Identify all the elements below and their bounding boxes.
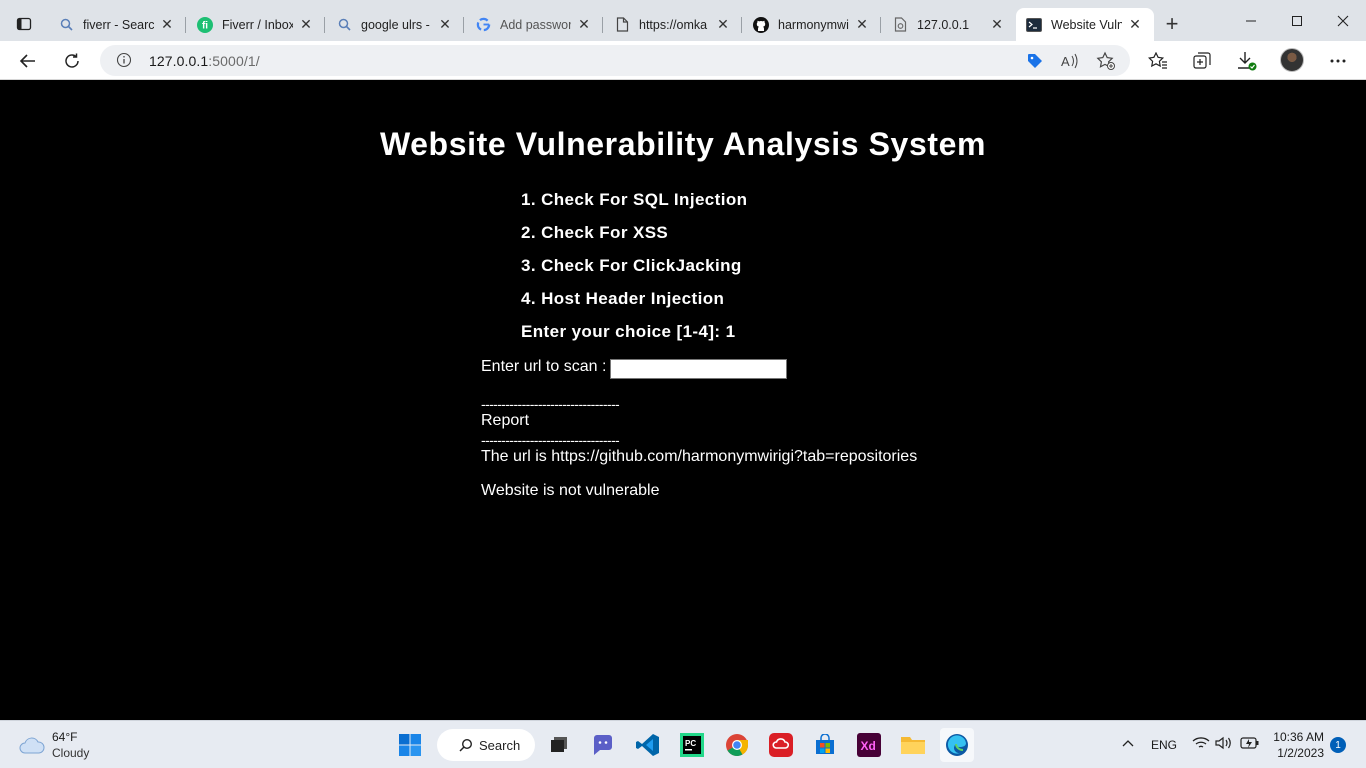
tab-omkar[interactable]: https://omka ✕	[604, 8, 742, 41]
chrome-icon[interactable]	[720, 728, 754, 762]
tab-add-password[interactable]: Add passwor ✕	[465, 8, 603, 41]
minimize-button[interactable]	[1228, 0, 1274, 41]
close-icon[interactable]: ✕	[158, 16, 176, 34]
back-button[interactable]	[12, 45, 44, 77]
scan-url-label: Enter url to scan :	[481, 358, 607, 375]
close-icon[interactable]: ✕	[853, 16, 871, 34]
browser-toolbar: 127.0.0.1:5000/1/ A	[0, 41, 1366, 80]
creative-cloud-icon[interactable]	[764, 728, 798, 762]
taskbar-search-label: Search	[479, 737, 521, 753]
chevron-up-icon[interactable]	[1121, 736, 1135, 753]
result-status: Website is not vulnerable	[481, 482, 660, 499]
search-icon	[58, 17, 74, 33]
task-view-icon[interactable]	[542, 728, 576, 762]
new-tab-button[interactable]: +	[1158, 10, 1186, 38]
menu-item-xss: 2. Check For XSS	[521, 223, 669, 242]
result-url: The url is https://github.com/harmonymwi…	[481, 448, 918, 465]
svg-text:Xd: Xd	[861, 739, 876, 753]
clock-time: 10:36 AM	[1273, 730, 1324, 744]
google-icon	[475, 17, 491, 33]
tab-fiverr-inbox[interactable]: fi Fiverr / Inbox ✕	[187, 8, 325, 41]
volume-icon[interactable]	[1215, 736, 1233, 753]
search-icon	[459, 738, 473, 752]
downloads-icon[interactable]	[1231, 45, 1263, 77]
edge-icon[interactable]	[940, 728, 974, 762]
close-icon[interactable]: ✕	[988, 16, 1006, 34]
weather-description[interactable]: Cloudy	[52, 746, 89, 760]
tab-strip: fiverr - Search ✕ fi Fiverr / Inbox ✕ go…	[0, 0, 1366, 41]
tab-github[interactable]: harmonymwir ✕	[743, 8, 881, 41]
tab-title: https://omka	[639, 17, 708, 32]
svg-text:A: A	[1061, 54, 1070, 69]
report-heading: Report	[481, 412, 530, 429]
tab-actions-icon[interactable]	[8, 9, 40, 39]
info-icon[interactable]	[116, 52, 132, 68]
close-icon[interactable]: ✕	[1126, 16, 1144, 34]
close-window-button[interactable]	[1320, 0, 1366, 41]
document-icon	[614, 17, 630, 33]
refresh-button[interactable]	[56, 45, 88, 77]
taskbar: 64°F Cloudy Search PC Xd ENG 10:36 AM 1/…	[0, 720, 1366, 768]
profile-avatar[interactable]	[1280, 48, 1304, 72]
close-icon[interactable]: ✕	[297, 16, 315, 34]
teams-chat-icon[interactable]	[586, 728, 620, 762]
start-icon[interactable]	[393, 728, 427, 762]
tab-website-vulnerability[interactable]: Website Vulne ✕	[1016, 8, 1154, 41]
tab-localhost[interactable]: 127.0.0.1 ✕	[882, 8, 1016, 41]
tab-title: Add passwor	[500, 17, 571, 32]
tab-title: 127.0.0.1	[917, 17, 970, 32]
add-favorite-icon[interactable]	[1094, 49, 1118, 73]
maximize-button[interactable]	[1274, 0, 1320, 41]
address-bar[interactable]: 127.0.0.1:5000/1/ A	[100, 45, 1130, 76]
folder-icon[interactable]	[896, 728, 930, 762]
tab-google-urls[interactable]: google ulrs - ✕	[326, 8, 464, 41]
language-indicator[interactable]: ENG	[1151, 738, 1177, 752]
page-content: Website Vulnerability Analysis System 1.…	[0, 80, 1366, 720]
collections-icon[interactable]	[1186, 45, 1218, 77]
coupon-tag-icon[interactable]	[1023, 49, 1047, 73]
pycharm-icon[interactable]: PC	[675, 728, 709, 762]
github-icon	[753, 16, 769, 33]
notification-badge[interactable]: 1	[1330, 737, 1346, 753]
tab-title: Fiverr / Inbox	[222, 17, 293, 32]
separator-bottom: ----------------------------------	[481, 432, 620, 448]
tab-title: google ulrs -	[361, 17, 430, 32]
clock[interactable]: 10:36 AM 1/2/2023	[1268, 729, 1324, 761]
page-icon	[892, 17, 908, 33]
separator-top: ----------------------------------	[481, 396, 620, 412]
close-icon[interactable]: ✕	[714, 16, 732, 34]
url-host: 127.0.0.1	[149, 53, 209, 69]
close-icon[interactable]: ✕	[575, 16, 593, 34]
menu-item-clickjacking: 3. Check For ClickJacking	[521, 256, 742, 275]
store-icon[interactable]	[808, 728, 842, 762]
page-title: Website Vulnerability Analysis System	[379, 126, 987, 162]
adobe-xd-icon[interactable]: Xd	[852, 728, 886, 762]
tab-title: Website Vulne	[1051, 17, 1122, 32]
tab-title: harmonymwir	[778, 17, 849, 32]
read-aloud-icon[interactable]: A	[1058, 49, 1082, 73]
choice-prompt: Enter your choice [1-4]: 1	[521, 322, 736, 341]
svg-text:PC: PC	[685, 739, 696, 748]
wifi-icon[interactable]	[1192, 736, 1210, 753]
scan-url-input[interactable]	[610, 359, 787, 379]
menu-item-host-header: 4. Host Header Injection	[521, 289, 725, 308]
cloud-icon[interactable]	[18, 735, 46, 755]
search-icon	[336, 17, 352, 33]
url-text: 127.0.0.1:5000/1/	[149, 53, 260, 69]
vscode-icon[interactable]	[631, 728, 665, 762]
battery-icon[interactable]	[1240, 737, 1260, 752]
weather-temperature[interactable]: 64°F	[52, 730, 77, 744]
favorites-icon[interactable]	[1142, 45, 1174, 77]
tab-title: fiverr - Search	[83, 17, 154, 32]
close-icon[interactable]: ✕	[436, 16, 454, 34]
taskbar-search[interactable]: Search	[437, 729, 535, 761]
menu-item-sql-injection: 1. Check For SQL Injection	[521, 190, 748, 209]
clock-date: 1/2/2023	[1277, 746, 1324, 760]
tab-fiverr-search[interactable]: fiverr - Search ✕	[48, 8, 186, 41]
svg-text:fi: fi	[202, 20, 208, 31]
terminal-icon	[1026, 17, 1042, 33]
url-path: :5000/1/	[208, 53, 260, 69]
fiverr-icon: fi	[197, 16, 213, 33]
settings-more-icon[interactable]	[1322, 45, 1354, 77]
